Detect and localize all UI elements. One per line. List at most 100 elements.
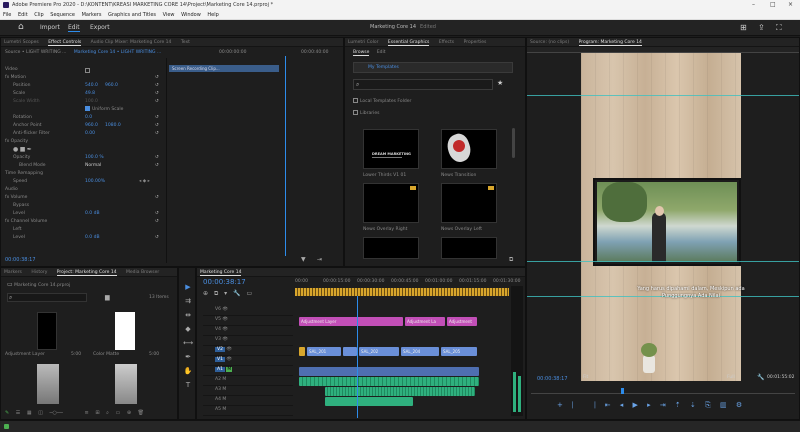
sequence-label[interactable]: Marketing Core 14 • LIGHT WRITING ... <box>74 50 161 55</box>
mark-in-icon[interactable]: ⎸ <box>572 401 579 409</box>
find-icon[interactable]: ⌕ <box>106 410 109 416</box>
video-clip[interactable]: SAL_205 <box>441 347 477 356</box>
a1-audio-clip[interactable] <box>299 377 479 386</box>
graphics-scrollbar[interactable] <box>512 128 515 158</box>
tab-source[interactable]: Source: (no clips) <box>530 40 569 45</box>
type-tool-icon[interactable]: T <box>182 378 194 392</box>
tab-lumetri-scopes[interactable]: Lumetri Scopes <box>4 40 39 45</box>
fullscreen-icon[interactable]: ⛶ <box>776 23 782 33</box>
comparison-view-icon[interactable]: ▥ <box>720 401 727 409</box>
program-timecode[interactable]: 00:00:38:17 <box>537 376 568 382</box>
mute-button[interactable]: M <box>222 407 226 412</box>
property-value[interactable]: 0.00 <box>85 130 95 138</box>
source-label[interactable]: Source • LIGHT WRITING ... <box>5 50 66 55</box>
tab-program[interactable]: Program: Marketing Core 14 <box>578 40 642 46</box>
templates-search[interactable]: ⌕ <box>353 79 493 90</box>
selection-tool-icon[interactable]: ▶ <box>182 280 194 294</box>
solo-button[interactable]: M <box>226 367 233 372</box>
reset-icon[interactable]: ↺ <box>155 234 159 242</box>
adjustment-layer-clip[interactable]: Adjustment La <box>405 317 445 326</box>
tab-audio-clip-mixer[interactable]: Audio Clip Mixer: Marketing Core 14 <box>91 40 172 45</box>
timeline-timecode[interactable]: 00:00:38:17 <box>203 278 246 286</box>
pen-mask-icon[interactable]: ✒ <box>27 146 32 153</box>
opacity-effect[interactable]: fx Opacity <box>5 138 165 146</box>
program-playhead[interactable] <box>621 388 624 394</box>
checkbox-checked[interactable] <box>85 106 90 111</box>
snap-icon[interactable]: ⊕ <box>203 290 208 297</box>
property-value[interactable]: 49.8 <box>85 90 95 98</box>
menu-sequence[interactable]: Sequence <box>50 12 75 18</box>
new-layer-icon[interactable]: ⧉ <box>509 256 513 264</box>
step-forward-icon[interactable]: ▸ <box>647 401 651 409</box>
settings-icon[interactable]: ⚙ <box>736 401 742 409</box>
uniform-scale-row[interactable]: Uniform Scale <box>5 106 165 114</box>
pencil-icon[interactable]: ✎ <box>5 410 9 416</box>
tab-edit[interactable]: Edit <box>377 50 386 55</box>
property-value[interactable]: 540.0 <box>85 82 98 90</box>
mark-out-icon[interactable]: ⎹ <box>588 401 595 409</box>
freeform-view-icon[interactable]: ◫ <box>38 410 43 416</box>
template-thumb[interactable] <box>363 237 419 259</box>
a3-audio-clip[interactable] <box>325 397 413 406</box>
property-value2[interactable]: 1080.0 <box>105 122 121 130</box>
level-value[interactable]: 0.0 dB <box>85 210 100 218</box>
export-frame-icon[interactable]: ⎘ <box>705 401 711 409</box>
track-label[interactable]: A2 <box>215 377 221 382</box>
mute-button[interactable]: M <box>222 387 226 392</box>
track-label[interactable]: V2 <box>215 347 225 352</box>
timeline-tracks[interactable]: Adjustment Layer Adjustment La Adjustmen… <box>295 296 509 418</box>
property-value2[interactable]: 960.0 <box>105 82 118 90</box>
razor-tool-icon[interactable]: ◆ <box>182 322 194 336</box>
tab-text[interactable]: Text <box>181 40 190 45</box>
filter-icon[interactable]: ▼ <box>301 256 306 263</box>
project-search[interactable]: ⌕ <box>7 293 87 302</box>
menu-markers[interactable]: Markers <box>82 12 102 18</box>
motion-effect[interactable]: fx Motion ↺ <box>5 74 165 82</box>
reset-icon[interactable]: ↺ <box>155 90 159 98</box>
libraries-row[interactable]: Libraries <box>353 110 379 118</box>
mute-button[interactable]: M <box>222 397 226 402</box>
menu-clip[interactable]: Clip <box>34 12 43 18</box>
v1-video-track-clips[interactable] <box>299 367 479 376</box>
reset-icon[interactable]: ↺ <box>155 218 159 226</box>
track-select-tool-icon[interactable]: ⇉ <box>182 294 194 308</box>
template-thumb-lower-thirds[interactable]: DREAM MARKETING <box>363 129 419 169</box>
time-remap[interactable]: Time Remapping <box>5 170 165 178</box>
wrench-icon[interactable]: 🔧 <box>757 374 764 381</box>
import-tab[interactable]: Import <box>40 24 60 31</box>
program-scrubber[interactable] <box>531 388 795 394</box>
new-bin-icon[interactable]: ▆ <box>105 294 110 301</box>
video-clip[interactable]: SAL_204 <box>401 347 439 356</box>
track-label[interactable]: A1 <box>215 367 225 372</box>
reset-icon[interactable]: ↺ <box>155 98 159 106</box>
new-bin-icon[interactable]: ▭ <box>116 410 121 416</box>
ec-playhead[interactable] <box>285 56 286 256</box>
export-frame-icon[interactable]: ⇥ <box>317 256 322 263</box>
track-label[interactable]: V6 <box>215 307 221 312</box>
go-to-out-icon[interactable]: ⇥ <box>660 401 666 409</box>
reset-icon[interactable]: ↺ <box>155 114 159 122</box>
track-label[interactable]: A5 <box>215 407 221 412</box>
keyframe-nav[interactable]: ◂ ◆ ▸ <box>139 178 150 186</box>
icon-view-icon[interactable]: ▦ <box>27 410 32 416</box>
bin-thumb-adjustment[interactable] <box>37 312 57 350</box>
timeline-ruler[interactable]: 00:00 00:00:15:00 00:00:30:00 00:00:45:0… <box>295 278 520 296</box>
reset-icon[interactable]: ↺ <box>155 74 159 82</box>
new-item-icon[interactable]: ⊕ <box>127 410 131 416</box>
reset-icon[interactable]: ↺ <box>155 194 159 202</box>
timeline-playhead[interactable] <box>357 296 358 418</box>
zoom-slider[interactable]: ─○── <box>50 410 63 416</box>
reset-icon[interactable]: ↺ <box>155 82 159 90</box>
edit-tab[interactable]: Edit <box>68 24 80 32</box>
captions-icon[interactable]: ▭ <box>247 290 253 297</box>
left-checkbox[interactable] <box>85 67 90 73</box>
workspaces-icon[interactable]: ⊞ <box>740 23 747 32</box>
property-value[interactable]: 960.0 <box>85 122 98 130</box>
rectangle-mask-icon[interactable]: ■ <box>20 146 26 153</box>
tab-project[interactable]: Project: Marketing Core 14 <box>56 270 117 276</box>
menu-edit[interactable]: Edit <box>18 12 28 18</box>
tab-properties[interactable]: Properties <box>464 40 487 45</box>
left-level-value[interactable]: 0.0 dB <box>85 234 100 242</box>
channel-volume-effect[interactable]: fx Channel Volume ↺ <box>5 218 165 226</box>
reset-icon[interactable]: ↺ <box>155 122 159 130</box>
